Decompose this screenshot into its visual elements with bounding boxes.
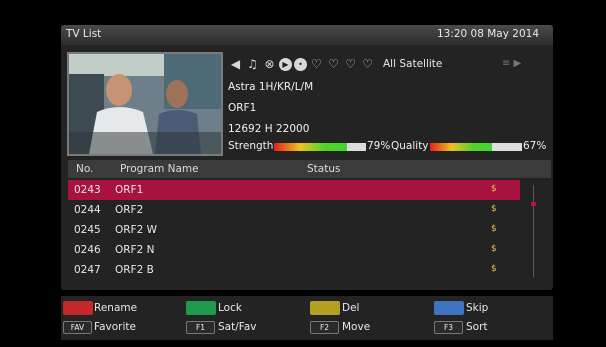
quality-fill [430,143,492,151]
scrambled-icon: $ [491,224,497,234]
channel-title: ORF2 W [115,224,157,236]
filter-icon-bar: ◀ ♫ ⊗ ▶ • ♡ ♡ ♡ ♡ All Satellite [228,55,443,73]
scrambled-icon: $ [491,184,497,194]
channel-number: 0245 [74,224,101,236]
favorite-label[interactable]: Favorite [94,321,136,333]
list-header: No. Program Name Status [68,160,551,178]
heart-icon[interactable]: ♡ [360,57,375,72]
strength-bar [274,143,366,151]
satellite-filter[interactable]: All Satellite [383,58,442,70]
channel-title: ORF1 [115,184,144,196]
channel-title: ORF2 N [115,244,155,256]
scrambled-icon: $ [491,204,497,214]
green-key[interactable] [186,301,216,315]
globe-icon[interactable]: ⊗ [262,57,277,72]
channel-number: 0244 [74,204,101,216]
scrambled-icon: $ [491,244,497,254]
page-title: TV List [66,28,102,40]
frequency: 12692 H 22000 [228,123,310,135]
rename-label[interactable]: Rename [94,302,137,314]
strength-value: 79% [367,140,391,152]
channel-row[interactable]: 0245 ORF2 W $ [68,220,520,240]
heart-icon[interactable]: ♡ [343,57,358,72]
quality-label: Quality [391,140,429,152]
f2-key[interactable]: F2 [310,321,339,334]
preview-image [69,54,221,154]
scrollbar-track[interactable] [533,185,534,277]
channel-name: ORF1 [228,102,257,114]
heart-icon[interactable]: ♡ [309,57,324,72]
skip-label[interactable]: Skip [466,302,488,314]
del-label[interactable]: Del [342,302,359,314]
arrow-left-icon[interactable]: ◀ [228,57,243,72]
fav-key[interactable]: FAV [63,321,92,334]
channel-number: 0243 [74,184,101,196]
music-note-icon[interactable]: ♫ [245,57,260,72]
scrollbar-thumb[interactable] [531,202,536,206]
strength-label: Strength [228,140,274,152]
blue-key[interactable] [434,301,464,315]
quality-bar [430,143,522,151]
yellow-key[interactable] [310,301,340,315]
quality-value: 67% [523,140,547,152]
channel-row[interactable]: 0243 ORF1 $ [68,180,520,200]
scrambled-icon: $ [491,264,497,274]
strength-fill [274,143,347,151]
f1-key[interactable]: F1 [186,321,215,334]
f3-key[interactable]: F3 [434,321,463,334]
header-program-name: Program Name [120,163,199,175]
channel-title: ORF2 [115,204,144,216]
arrow-right-icon[interactable]: ≡ ▶ [502,58,521,69]
channel-row[interactable]: 0247 ORF2 B $ [68,260,520,280]
heart-icon[interactable]: ♡ [326,57,341,72]
blank-icon[interactable]: • [294,57,307,71]
satellite-name: Astra 1H/KR/L/M [228,81,314,93]
channel-row[interactable]: 0246 ORF2 N $ [68,240,520,260]
channel-row[interactable]: 0244 ORF2 $ [68,200,520,220]
header-no: No. [76,163,94,175]
clock: 13:20 08 May 2014 [436,28,539,40]
satfav-label[interactable]: Sat/Fav [218,321,256,333]
header-status: Status [307,163,341,175]
lock-label[interactable]: Lock [218,302,242,314]
channel-number: 0246 [74,244,101,256]
play-icon[interactable]: ▶ [279,57,292,71]
sort-label[interactable]: Sort [466,321,488,333]
channel-title: ORF2 B [115,264,154,276]
title-bar: TV List 13:20 08 May 2014 [61,25,553,45]
channel-number: 0247 [74,264,101,276]
move-label[interactable]: Move [342,321,370,333]
channel-preview [67,52,223,156]
red-key[interactable] [63,301,93,315]
